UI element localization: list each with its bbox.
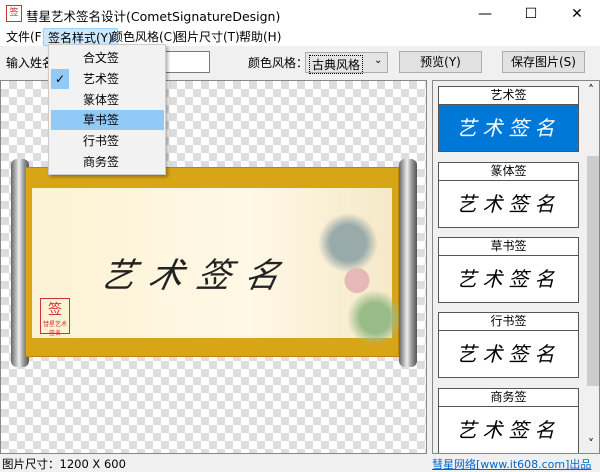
card-sample: 艺术签名 bbox=[456, 342, 561, 366]
style-card[interactable]: 行书签 艺术签名 bbox=[438, 312, 579, 378]
chevron-down-icon: ⌄ bbox=[374, 55, 383, 66]
credit-link[interactable]: 彗星网络[www.it608.com]出品 bbox=[432, 456, 591, 472]
signature-style-menu: ✓ 合文签 艺术签 篆体签 草书签 行书签 商务签 bbox=[48, 44, 166, 175]
menu-item-cursive[interactable]: 草书签 bbox=[51, 110, 164, 130]
menu-item-art[interactable]: 艺术签 bbox=[51, 69, 164, 89]
seal-logo: 签彗星艺术签名 bbox=[40, 298, 70, 337]
scrollbar-thumb[interactable] bbox=[587, 156, 599, 386]
menu-item-running[interactable]: 行书签 bbox=[51, 131, 164, 151]
scroll-rod-right bbox=[399, 159, 417, 367]
card-sample: 艺术签名 bbox=[456, 192, 561, 216]
save-image-button[interactable]: 保存图片(S) bbox=[502, 51, 585, 73]
card-sample: 艺术签名 bbox=[456, 267, 561, 291]
signature-text: 艺术签名 bbox=[97, 256, 298, 296]
card-label: 篆体签 bbox=[439, 163, 578, 181]
seal-text: 彗星艺术签名 bbox=[42, 321, 67, 337]
maximize-button[interactable]: ☐ bbox=[508, 0, 554, 28]
scroll-down-icon[interactable]: ˅ bbox=[588, 437, 594, 451]
style-card[interactable]: 商务签 艺术签名 bbox=[438, 388, 579, 453]
status-bar: 图片尺寸：1200 X 600 彗星网络[www.it608.com]出品 bbox=[0, 455, 600, 471]
menu-image-size[interactable]: 图片尺寸(T) bbox=[171, 28, 244, 46]
scroll-up-icon[interactable]: ˄ bbox=[588, 83, 594, 97]
preview-button[interactable]: 预览(Y) bbox=[399, 51, 482, 73]
card-label: 草书签 bbox=[439, 238, 578, 256]
menu-help[interactable]: 帮助(H) bbox=[235, 28, 285, 46]
card-label: 艺术签 bbox=[439, 87, 578, 105]
image-size-status: 图片尺寸：1200 X 600 bbox=[2, 457, 126, 471]
card-sample: 艺术签名 bbox=[456, 418, 561, 442]
card-label: 行书签 bbox=[439, 313, 578, 331]
color-style-label: 颜色风格： bbox=[248, 56, 309, 70]
color-style-select[interactable]: 古典风格 ⌄ bbox=[305, 52, 388, 74]
flower-painting bbox=[312, 198, 402, 348]
scroll-image: 艺术签名 签彗星艺术签名 bbox=[25, 167, 402, 357]
menu-item-seal[interactable]: 篆体签 bbox=[51, 90, 164, 110]
style-card[interactable]: 草书签 艺术签名 bbox=[438, 237, 579, 303]
close-button[interactable]: ✕ bbox=[554, 0, 600, 28]
app-icon: 签 bbox=[6, 5, 22, 22]
minimize-button[interactable]: — bbox=[462, 0, 508, 28]
card-label: 商务签 bbox=[439, 389, 578, 407]
style-card[interactable]: 艺术签 艺术签名 bbox=[438, 86, 579, 152]
title-bar: 签 彗星艺术签名设计(CometSignatureDesign) — ☐ ✕ bbox=[0, 0, 600, 28]
vertical-scrollbar[interactable]: ˄ ˅ bbox=[585, 81, 599, 453]
card-sample: 艺术签名 bbox=[439, 105, 578, 151]
style-gallery: 艺术签 艺术签名 篆体签 艺术签名 草书签 艺术签名 行书签 艺术签名 商务签 艺术签名 … bbox=[432, 80, 600, 454]
style-card[interactable]: 篆体签 艺术签名 bbox=[438, 162, 579, 228]
menu-item-hewen[interactable]: 合文签 bbox=[51, 48, 164, 68]
window-title: 彗星艺术签名设计(CometSignatureDesign) bbox=[26, 9, 281, 24]
scroll-paper: 艺术签名 签彗星艺术签名 bbox=[32, 188, 402, 348]
color-style-value: 古典风格 bbox=[309, 55, 364, 74]
menu-item-business[interactable]: 商务签 bbox=[51, 152, 164, 172]
